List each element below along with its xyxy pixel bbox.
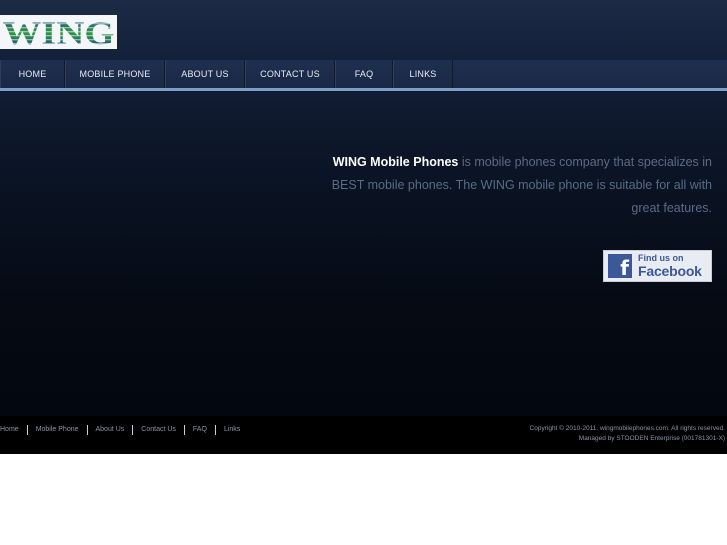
facebook-text: Find us on Facebook (638, 253, 702, 279)
footer-link-home[interactable]: Home (0, 424, 27, 436)
footer-link-contact-us[interactable]: Contact Us (133, 424, 184, 436)
footer-link-mobile-phone[interactable]: Mobile Phone (28, 424, 87, 436)
page-bottom (0, 454, 727, 545)
logo-graphic: WING (0, 16, 117, 49)
facebook-line1: Find us on (638, 253, 684, 263)
header: WING (0, 0, 727, 60)
nav-underline (0, 88, 727, 91)
nav-links[interactable]: LINKS (393, 60, 453, 88)
footer-link-about-us[interactable]: About Us (88, 424, 133, 436)
nav-mobile-phone[interactable]: MOBILE PHONE (65, 60, 165, 88)
facebook-badge[interactable]: f Find us on Facebook (603, 250, 712, 282)
managed-by-text: Managed by STOODEN Enterprise (001781301… (578, 435, 725, 442)
nav-faq[interactable]: FAQ (335, 60, 393, 88)
nav-home[interactable]: HOME (0, 60, 65, 88)
footer-link-faq[interactable]: FAQ (185, 424, 215, 436)
footer: Home Mobile Phone About Us Contact Us FA… (0, 416, 727, 454)
logo[interactable]: WING (0, 15, 117, 49)
facebook-line2: Facebook (638, 263, 702, 279)
footer-credits: Copyright © 2010-2011. wingmobilephones.… (530, 424, 725, 444)
intro-paragraph: WING Mobile Phones is mobile phones comp… (312, 151, 712, 220)
facebook-icon: f (608, 254, 632, 278)
footer-link-links[interactable]: Links (216, 424, 248, 436)
main-background: WING HOME MOBILE PHONE ABOUT US CONTACT … (0, 0, 727, 416)
copyright-text: Copyright © 2010-2011. wingmobilephones.… (529, 425, 725, 432)
main-nav: HOME MOBILE PHONE ABOUT US CONTACT US FA… (0, 60, 727, 88)
nav-about-us[interactable]: ABOUT US (165, 60, 245, 88)
page: WING HOME MOBILE PHONE ABOUT US CONTACT … (0, 0, 727, 545)
intro-brand: WING Mobile Phones (332, 155, 459, 169)
footer-nav: Home Mobile Phone About Us Contact Us FA… (0, 424, 248, 436)
nav-contact-us[interactable]: CONTACT US (245, 60, 335, 88)
